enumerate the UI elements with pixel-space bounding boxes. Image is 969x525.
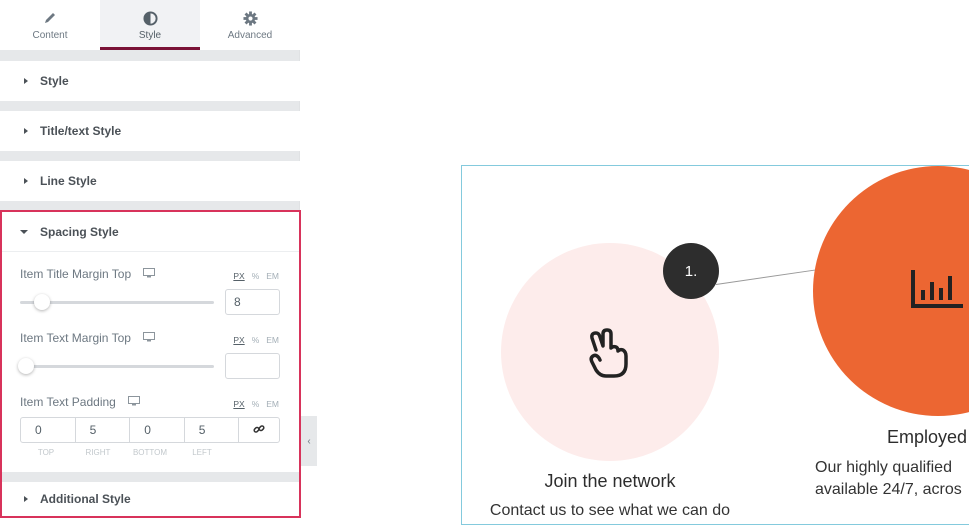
text-padding-label-row: Item Text Padding: [20, 395, 140, 409]
step-2-text-line: Our highly qualified: [815, 459, 952, 476]
bar-chart-icon: [911, 270, 963, 315]
step-2-text-line: available 24/7, acros: [815, 481, 962, 498]
title-margin-input[interactable]: [225, 289, 280, 315]
section-line-style[interactable]: Line Style: [0, 161, 300, 201]
half-circle-icon: [142, 9, 158, 27]
section-title-text-style-label: Title/text Style: [40, 124, 122, 138]
section-style-label: Style: [40, 74, 69, 88]
hand-peace-icon: [586, 328, 634, 385]
step-number-badge: 1.: [663, 243, 719, 299]
tab-content[interactable]: Content: [0, 0, 100, 50]
step-1-title: Join the network: [544, 471, 676, 491]
section-title-text-style[interactable]: Title/text Style: [0, 111, 300, 151]
tab-advanced-label: Advanced: [227, 30, 273, 41]
title-margin-label-row: Item Title Margin Top: [20, 267, 156, 281]
tab-content-label: Content: [32, 30, 68, 41]
padding-labels: TOP RIGHT BOTTOM LEFT: [20, 448, 228, 457]
unit-percent[interactable]: %: [252, 399, 260, 409]
padding-top-input[interactable]: 0: [21, 418, 76, 442]
slider-handle[interactable]: [18, 358, 34, 374]
desktop-icon[interactable]: [127, 395, 140, 409]
label-right: RIGHT: [85, 448, 111, 457]
step-number: 1.: [684, 262, 698, 280]
caret-down-icon: [20, 229, 28, 234]
text-padding-units: PX % EM: [233, 399, 279, 409]
unit-em[interactable]: EM: [266, 335, 279, 345]
editor-panel: Content Style Advanced Style Title/text …: [0, 0, 301, 518]
text-padding-label: Item Text Padding: [20, 395, 116, 409]
link-icon: [253, 423, 265, 438]
step-1-text: Contact us to see what we can do: [489, 502, 731, 519]
unit-em[interactable]: EM: [266, 271, 279, 281]
section-spacing-style: Spacing Style Item Title Margin Top PX %…: [0, 210, 301, 518]
caret-right-icon: [24, 178, 28, 184]
spacing-style-label: Spacing Style: [40, 224, 119, 239]
section-divider: [2, 472, 299, 482]
step-2-text: Our highly qualified available 24/7, acr…: [815, 457, 962, 501]
label-bottom: BOTTOM: [132, 448, 168, 457]
unit-percent[interactable]: %: [252, 335, 260, 345]
padding-right-input[interactable]: 5: [76, 418, 131, 442]
text-margin-slider[interactable]: [18, 358, 214, 374]
caret-right-icon: [24, 496, 28, 502]
padding-bottom-input[interactable]: 0: [130, 418, 185, 442]
title-margin-units: PX % EM: [233, 271, 279, 281]
title-margin-slider[interactable]: [20, 294, 214, 310]
slider-handle[interactable]: [34, 294, 51, 310]
section-style[interactable]: Style: [0, 61, 300, 101]
text-margin-label: Item Text Margin Top: [20, 331, 131, 345]
pencil-icon: [43, 9, 57, 27]
tab-advanced[interactable]: Advanced: [200, 0, 300, 50]
tab-style[interactable]: Style: [100, 0, 200, 50]
desktop-icon[interactable]: [143, 267, 156, 281]
collapse-panel-button[interactable]: ‹: [301, 416, 317, 466]
caret-right-icon: [24, 78, 28, 84]
tab-style-label: Style: [138, 30, 162, 41]
text-margin-input[interactable]: [225, 353, 280, 379]
text-margin-label-row: Item Text Margin Top: [20, 331, 155, 345]
caret-right-icon: [24, 128, 28, 134]
section-line-style-label: Line Style: [40, 174, 97, 188]
step-2-title: Employed: [887, 427, 968, 447]
text-margin-units: PX % EM: [233, 335, 279, 345]
panel-tabs: Content Style Advanced: [0, 0, 300, 50]
chevron-left-icon: ‹: [307, 435, 311, 447]
unit-px[interactable]: PX: [233, 399, 244, 409]
desktop-icon[interactable]: [142, 331, 155, 345]
unit-px[interactable]: PX: [233, 335, 244, 345]
spacing-style-header[interactable]: Spacing Style: [2, 212, 299, 252]
unit-px[interactable]: PX: [233, 271, 244, 281]
padding-left-input[interactable]: 5: [185, 418, 240, 442]
label-left: LEFT: [192, 448, 212, 457]
title-margin-label: Item Title Margin Top: [20, 267, 132, 281]
additional-style-label: Additional Style: [40, 492, 131, 506]
section-additional-style[interactable]: Additional Style: [2, 482, 299, 516]
link-values-button[interactable]: [239, 418, 279, 442]
gear-icon: [242, 9, 258, 27]
label-top: TOP: [37, 448, 55, 457]
padding-dimensions: 0 5 0 5: [20, 417, 280, 443]
unit-em[interactable]: EM: [266, 399, 279, 409]
unit-percent[interactable]: %: [252, 271, 260, 281]
